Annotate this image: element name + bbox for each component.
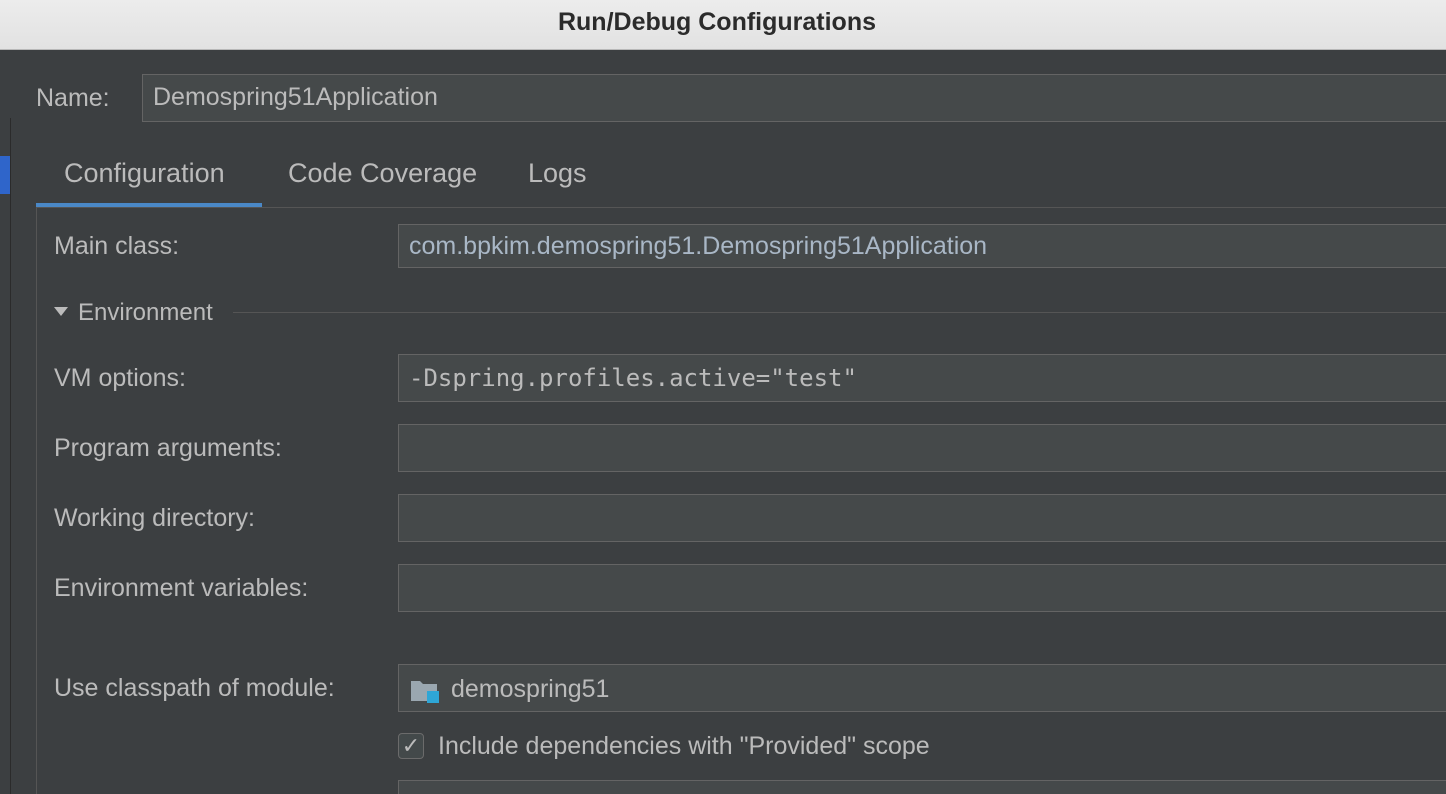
tab-configuration[interactable]: Configuration: [64, 158, 225, 189]
tab-bar: Configuration Code Coverage Logs: [36, 150, 1446, 208]
configuration-tree-panel[interactable]: [0, 118, 11, 794]
main-class-value: com.bpkim.demospring51.Demospring51Appli…: [409, 232, 988, 260]
section-divider: [233, 312, 1446, 313]
classpath-module-select[interactable]: demospring51: [398, 664, 1446, 712]
main-class-input[interactable]: com.bpkim.demospring51.Demospring51Appli…: [398, 224, 1446, 268]
window-title: Run/Debug Configurations: [557, 8, 877, 36]
name-label: Name:: [36, 84, 110, 112]
main-class-label: Main class:: [54, 232, 180, 260]
module-folder-icon: [411, 681, 439, 703]
window-titlebar: Run/Debug Configurations: [0, 0, 1446, 50]
environment-variables-input[interactable]: [398, 564, 1446, 612]
environment-variables-label: Environment variables:: [54, 574, 309, 602]
tab-logs[interactable]: Logs: [528, 158, 587, 189]
program-arguments-input[interactable]: [398, 424, 1446, 472]
vm-options-input[interactable]: -Dspring.profiles.active="test": [398, 354, 1446, 402]
configuration-tree-selected-item[interactable]: [0, 156, 10, 194]
vm-options-label: VM options:: [54, 364, 187, 392]
include-provided-checkbox[interactable]: ✓: [398, 733, 424, 759]
expand-triangle-icon[interactable]: [54, 307, 68, 316]
working-directory-label: Working directory:: [54, 504, 255, 532]
working-directory-input[interactable]: [398, 494, 1446, 542]
name-input[interactable]: Demospring51Application: [142, 74, 1446, 122]
include-provided-label[interactable]: Include dependencies with "Provided" sco…: [438, 732, 930, 761]
name-input-value: Demospring51Application: [153, 83, 438, 111]
next-field-partial[interactable]: [398, 780, 1446, 794]
tab-code-coverage[interactable]: Code Coverage: [288, 158, 477, 189]
classpath-module-label: Use classpath of module:: [54, 674, 335, 702]
classpath-module-value: demospring51: [451, 675, 610, 703]
vm-options-value: -Dspring.profiles.active="test": [409, 364, 857, 392]
environment-section-label[interactable]: Environment: [78, 299, 213, 327]
program-arguments-label: Program arguments:: [54, 434, 282, 462]
